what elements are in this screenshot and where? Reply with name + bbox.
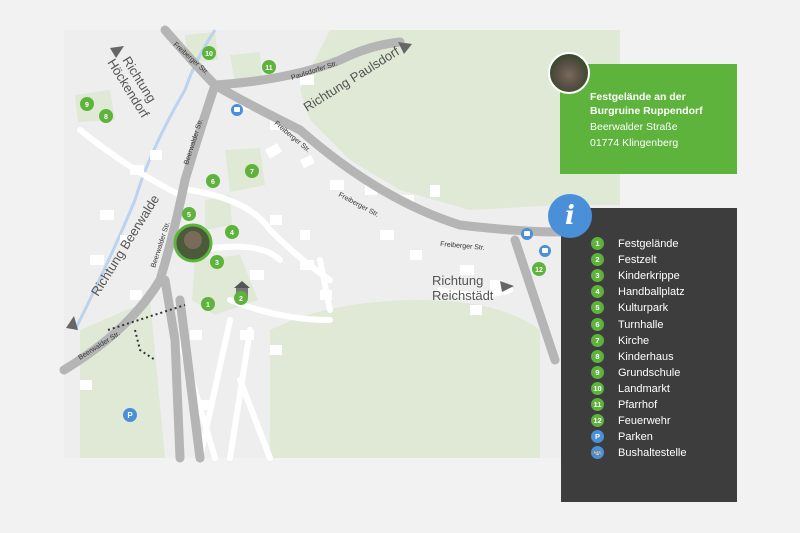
svg-text:4: 4 xyxy=(230,230,234,237)
svg-text:1: 1 xyxy=(206,302,210,309)
venue-photo xyxy=(548,52,590,94)
poi-pin-7[interactable]: 7 xyxy=(245,164,259,178)
legend-item: P Parken xyxy=(591,429,731,445)
legend-badge: 10 xyxy=(591,381,604,395)
poi-pin-10[interactable]: 10 xyxy=(202,46,216,60)
poi-pin-5[interactable]: 5 xyxy=(182,207,196,221)
poi-pin-11[interactable]: 11 xyxy=(262,60,276,74)
svg-text:8: 8 xyxy=(104,114,108,121)
legend-label: Landmarkt xyxy=(618,382,670,395)
legend-label: Kinderhaus xyxy=(618,350,674,363)
legend-badge: 12 xyxy=(591,414,604,428)
poi-pin-1[interactable]: 1 xyxy=(201,297,215,311)
legend-item: 10 Landmarkt xyxy=(591,381,731,397)
venue-city: 01774 Klingenberg xyxy=(590,137,679,149)
legend-item: 🚌 Bushaltestelle xyxy=(591,445,731,461)
legend-panel: 1 Festgelände 2 Festzelt 3 Kinderkrippe 4 Handb… xyxy=(561,208,737,502)
legend-badge: 5 xyxy=(591,301,604,315)
legend-label: Kulturpark xyxy=(618,302,669,315)
legend-item: 7 Kirche xyxy=(591,333,731,349)
svg-text:6: 6 xyxy=(211,179,215,186)
legend-label: Pfarrhof xyxy=(618,399,658,411)
legend-label: Handballplatz xyxy=(618,286,685,299)
legend-badge: 7 xyxy=(591,333,604,347)
legend-item: 2 Festzelt xyxy=(591,252,731,268)
legend-badge: 1 xyxy=(591,237,604,250)
svg-text:12: 12 xyxy=(535,267,543,274)
legend-label: Bushaltestelle xyxy=(618,447,687,460)
legend-label: Festzelt xyxy=(618,254,657,267)
svg-text:9: 9 xyxy=(85,102,89,109)
ruin-tower-icon xyxy=(184,231,202,249)
legend-label: Feuerwehr xyxy=(618,415,671,428)
legend-item: 11 Pfarrhof xyxy=(591,397,731,413)
legend-label: Kinderkrippe xyxy=(618,270,680,283)
legend-label: Kirche xyxy=(618,334,650,347)
legend-badge: 2 xyxy=(591,253,604,267)
svg-text:5: 5 xyxy=(187,212,191,219)
legend-item: 9 Grundschule xyxy=(591,365,731,381)
legend-item: 4 Handballplatz xyxy=(591,284,731,300)
legend-label: Turnhalle xyxy=(618,318,664,331)
poi-pin-9[interactable]: 9 xyxy=(80,97,94,111)
poi-pin-6[interactable]: 6 xyxy=(206,174,220,188)
legend-item: 5 Kulturpark xyxy=(591,300,731,316)
parking-icon: P xyxy=(591,430,604,444)
legend-label: Parken xyxy=(618,431,653,444)
info-icon: i xyxy=(548,194,592,238)
svg-text:11: 11 xyxy=(265,65,273,72)
poi-pin-8[interactable]: 8 xyxy=(99,109,113,123)
legend-badge: 11 xyxy=(591,398,604,411)
legend-badge: 3 xyxy=(591,269,604,283)
poi-pin-3[interactable]: 3 xyxy=(210,255,224,269)
svg-text:7: 7 xyxy=(250,169,254,176)
svg-text:2: 2 xyxy=(239,296,243,303)
legend-item: 3 Kinderkrippe xyxy=(591,268,731,284)
poi-pin-2[interactable]: 2 xyxy=(234,291,248,305)
parking-label: P xyxy=(127,411,133,420)
direction-reichstaedt: Richtung Reichstädt xyxy=(432,273,494,303)
legend-badge: 6 xyxy=(591,317,604,331)
legend-item: 6 Turnhalle xyxy=(591,317,731,333)
legend-item: 12 Feuerwehr xyxy=(591,413,731,429)
bus-icon: 🚌 xyxy=(591,446,604,460)
poi-pin-12[interactable]: 12 xyxy=(532,262,546,276)
legend-badge: 8 xyxy=(591,349,604,363)
svg-text:3: 3 xyxy=(215,260,219,267)
legend-label: Grundschule xyxy=(618,366,681,379)
legend-item: 8 Kinderhaus xyxy=(591,349,731,365)
poi-pin-4[interactable]: 4 xyxy=(225,225,239,239)
legend-badge: 9 xyxy=(591,365,604,379)
legend-badge: 4 xyxy=(591,285,604,299)
venue-title: Festgelände an der Burgruine Ruppendorf xyxy=(590,91,703,117)
legend-label: Festgelände xyxy=(618,238,679,250)
svg-text:10: 10 xyxy=(205,51,213,58)
venue-street: Beerwalder Straße xyxy=(590,121,678,133)
legend-item: 1 Festgelände xyxy=(591,236,731,252)
